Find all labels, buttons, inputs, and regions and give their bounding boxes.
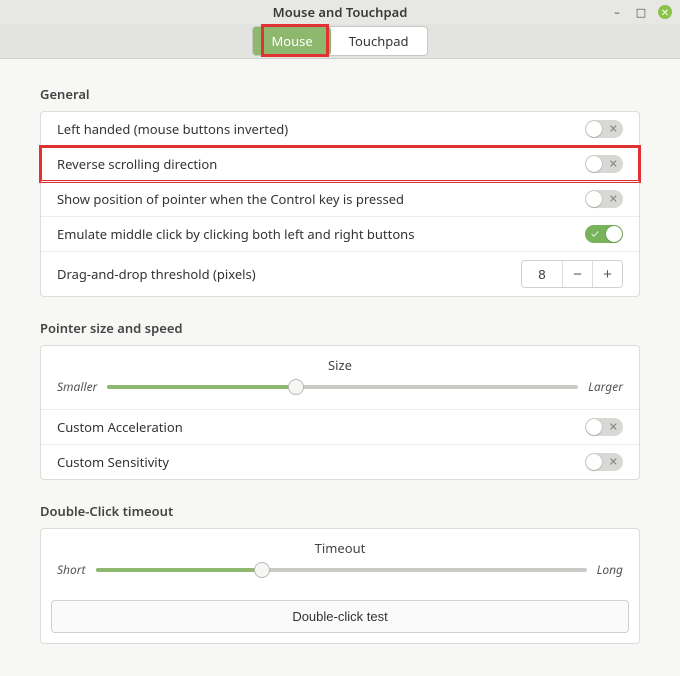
toggle-off-icon: ✕: [609, 122, 618, 137]
slider-fill: [96, 568, 263, 572]
tab-group: Mouse Touchpad: [252, 26, 427, 56]
section-title-pointer: Pointer size and speed: [40, 319, 640, 337]
row-emulate-middle: Emulate middle click by clicking both le…: [41, 216, 639, 251]
maximize-button[interactable]: □: [634, 5, 648, 19]
minimize-button[interactable]: –: [610, 5, 624, 19]
panel-doubleclick: Timeout Short Long Double-click test: [40, 528, 640, 644]
row-drag-threshold: Drag-and-drop threshold (pixels) − +: [41, 251, 639, 296]
stepper-increment[interactable]: +: [592, 261, 622, 287]
row-doubleclick-timeout: Timeout Short Long: [41, 529, 639, 592]
window-title: Mouse and Touchpad: [273, 3, 408, 21]
row-pointer-size: Size Smaller Larger: [41, 346, 639, 409]
toggle-off-icon: ✕: [609, 455, 618, 470]
titlebar: Mouse and Touchpad – □ ✕: [0, 0, 680, 24]
toggle-emulate-middle[interactable]: ✕: [585, 225, 623, 243]
slider-title-timeout: Timeout: [57, 539, 623, 557]
toggle-knob: [586, 454, 602, 470]
content-area: General Left handed (mouse buttons inver…: [0, 59, 680, 676]
section-title-doubleclick: Double-Click timeout: [40, 502, 640, 520]
slider-thumb[interactable]: [288, 379, 304, 395]
double-click-test-button[interactable]: Double-click test: [51, 600, 629, 633]
slider-size[interactable]: [107, 379, 578, 395]
label-emulate-middle: Emulate middle click by clicking both le…: [57, 225, 414, 243]
toggle-reverse-scroll[interactable]: ✕: [585, 155, 623, 173]
slider-end-smaller: Smaller: [57, 378, 97, 395]
label-custom-sensitivity: Custom Sensitivity: [57, 453, 169, 471]
toggle-off-icon: ✕: [609, 157, 618, 172]
label-drag-threshold: Drag-and-drop threshold (pixels): [57, 265, 256, 283]
panel-pointer: Size Smaller Larger Custom Acceleration …: [40, 345, 640, 480]
window-controls: – □ ✕: [610, 0, 672, 24]
slider-thumb[interactable]: [254, 562, 270, 578]
toggle-knob: [586, 156, 602, 172]
stepper-decrement[interactable]: −: [562, 261, 592, 287]
close-button[interactable]: ✕: [658, 5, 672, 19]
slider-end-short: Short: [57, 561, 86, 578]
toggle-off-icon: ✕: [609, 192, 618, 207]
slider-timeout[interactable]: [96, 562, 587, 578]
slider-fill: [107, 385, 295, 389]
slider-end-larger: Larger: [588, 378, 623, 395]
toggle-show-position[interactable]: ✕: [585, 190, 623, 208]
tabstrip: Mouse Touchpad: [0, 24, 680, 59]
slider-title-size: Size: [57, 356, 623, 374]
toggle-left-handed[interactable]: ✕: [585, 120, 623, 138]
toggle-custom-sensitivity[interactable]: ✕: [585, 453, 623, 471]
row-show-position: Show position of pointer when the Contro…: [41, 181, 639, 216]
slider-wrap-timeout: Short Long: [57, 561, 623, 578]
slider-wrap-size: Smaller Larger: [57, 378, 623, 395]
input-drag-threshold[interactable]: [522, 261, 562, 287]
label-left-handed: Left handed (mouse buttons inverted): [57, 120, 288, 138]
row-reverse-scroll: Reverse scrolling direction ✕: [41, 146, 639, 181]
row-custom-sensitivity: Custom Sensitivity ✕: [41, 444, 639, 479]
tab-mouse[interactable]: Mouse: [253, 27, 330, 55]
row-left-handed: Left handed (mouse buttons inverted) ✕: [41, 112, 639, 146]
label-custom-acceleration: Custom Acceleration: [57, 418, 183, 436]
toggle-knob: [606, 226, 622, 242]
toggle-custom-acceleration[interactable]: ✕: [585, 418, 623, 436]
slider-end-long: Long: [597, 561, 623, 578]
toggle-knob: [586, 121, 602, 137]
toggle-knob: [586, 191, 602, 207]
toggle-knob: [586, 419, 602, 435]
tab-touchpad[interactable]: Touchpad: [331, 27, 427, 55]
label-reverse-scroll: Reverse scrolling direction: [57, 155, 217, 173]
section-title-general: General: [40, 85, 640, 103]
row-custom-acceleration: Custom Acceleration ✕: [41, 409, 639, 444]
stepper-drag-threshold: − +: [521, 260, 623, 288]
label-show-position: Show position of pointer when the Contro…: [57, 190, 404, 208]
toggle-off-icon: ✕: [609, 420, 618, 435]
panel-general: Left handed (mouse buttons inverted) ✕ R…: [40, 111, 640, 297]
